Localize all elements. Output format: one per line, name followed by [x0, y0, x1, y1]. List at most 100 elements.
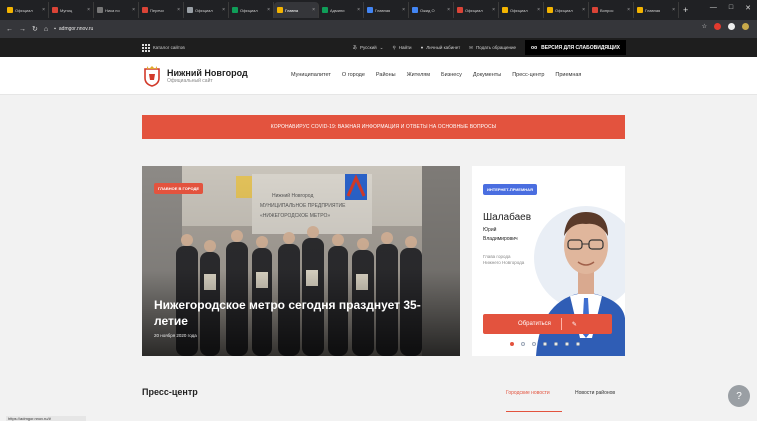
- carousel-dot[interactable]: [510, 342, 514, 346]
- contact-button[interactable]: Обратиться ✎: [483, 314, 612, 334]
- tab-district-news[interactable]: Новости районов: [575, 390, 615, 396]
- carousel-dot[interactable]: [565, 342, 569, 346]
- browser-tab[interactable]: Официал ×: [184, 2, 229, 18]
- tab-label: Главная: [645, 7, 661, 13]
- tab-close-icon[interactable]: ×: [447, 7, 450, 13]
- tab-favicon-icon: [322, 7, 328, 13]
- tab-favicon-icon: [142, 7, 148, 13]
- extension-puzzle-icon[interactable]: [728, 23, 735, 30]
- address-bar: ← → ↻ ⌂ ▪ admgor.nnov.ru: [0, 20, 757, 38]
- nav-item-municipality[interactable]: Муниципалитет: [291, 72, 331, 78]
- browser-tab[interactable]: Главная ×: [634, 2, 679, 18]
- tab-close-icon[interactable]: ×: [42, 7, 45, 13]
- nav-item-districts[interactable]: Районы: [376, 72, 396, 78]
- browser-tab[interactable]: Админи ×: [319, 2, 364, 18]
- tab-favicon-icon: [412, 7, 418, 13]
- tab-close-icon[interactable]: ×: [492, 7, 495, 13]
- tab-label: Перечи: [150, 7, 164, 13]
- extensions-area: ☆: [702, 23, 749, 30]
- browser-tab[interactable]: Официал ×: [454, 2, 499, 18]
- reload-icon[interactable]: ↻: [32, 25, 38, 33]
- tab-close-icon[interactable]: ×: [627, 7, 630, 13]
- nav-item-documents[interactable]: Документы: [473, 72, 501, 78]
- nav-item-reception[interactable]: Приемная: [555, 72, 581, 78]
- extension-opera-icon[interactable]: [714, 23, 721, 30]
- tab-favicon-icon: [457, 7, 463, 13]
- home-icon[interactable]: ⌂: [44, 26, 48, 33]
- tab-label: Ника по: [105, 7, 120, 13]
- new-tab-button[interactable]: +: [683, 5, 688, 15]
- message-edit-icon: ✎: [571, 321, 577, 328]
- status-url: https://admgor.nnov.ru/#: [6, 416, 86, 421]
- browser-tab[interactable]: Главная ×: [364, 2, 409, 18]
- window-controls: — □ ✕: [710, 4, 751, 12]
- tab-close-icon[interactable]: ×: [312, 7, 315, 13]
- profile-avatar-icon[interactable]: [742, 23, 749, 30]
- tab-close-icon[interactable]: ×: [177, 7, 180, 13]
- help-icon[interactable]: ?: [728, 385, 750, 407]
- tab-close-icon[interactable]: ×: [582, 7, 585, 13]
- bookmark-star-icon[interactable]: ☆: [702, 23, 707, 30]
- browser-tab[interactable]: Главна ×: [274, 2, 319, 18]
- tab-label: Официал: [555, 7, 573, 13]
- browser-tab[interactable]: Официал ×: [229, 2, 274, 18]
- tab-label: Официал: [510, 7, 528, 13]
- browser-tab[interactable]: Официал ×: [4, 2, 49, 18]
- browser-tab[interactable]: Перечи ×: [139, 2, 184, 18]
- covid-alert-banner[interactable]: КОРОНАВИРУС COVID-19: ВАЖНАЯ ИНФОРМАЦИЯ …: [142, 115, 625, 139]
- tab-city-news[interactable]: Городские новости: [506, 390, 550, 396]
- site-title: Нижний Новгород: [167, 67, 248, 78]
- catalog-link[interactable]: Каталог сайтов: [142, 43, 185, 52]
- url-input[interactable]: ▪ admgor.nnov.ru: [54, 23, 174, 35]
- carousel-dot[interactable]: [532, 342, 536, 346]
- tab-close-icon[interactable]: ×: [87, 7, 90, 13]
- carousel-dot[interactable]: [554, 342, 558, 346]
- tab-close-icon[interactable]: ×: [402, 7, 405, 13]
- tab-favicon-icon: [502, 7, 508, 13]
- site-logo[interactable]: Нижний Новгород Официальный сайт: [143, 65, 248, 87]
- carousel-dot[interactable]: [576, 342, 580, 346]
- browser-tab[interactable]: Официал ×: [544, 2, 589, 18]
- news-date: 20 ноября 2020 года: [154, 333, 197, 338]
- minimize-button[interactable]: —: [710, 4, 717, 12]
- search-link[interactable]: ⚲ Найти: [392, 45, 411, 51]
- cabinet-label: Личный кабинет: [426, 45, 461, 50]
- browser-tab[interactable]: Ника по ×: [94, 2, 139, 18]
- tab-favicon-icon: [367, 7, 373, 13]
- vision-impaired-button[interactable]: oo ВЕРСИЯ ДЛЯ СЛАБОВИДЯЩИХ: [525, 40, 626, 55]
- mayor-role: Глава города Нижнего Новгорода: [483, 254, 524, 266]
- browser-tab[interactable]: Вопрос ×: [589, 2, 634, 18]
- tab-close-icon[interactable]: ×: [357, 7, 360, 13]
- main-nav: Муниципалитет О городе Районы Жителям Би…: [291, 72, 581, 78]
- news-category-badge: ГЛАВНОЕ В ГОРОДЕ: [154, 183, 204, 194]
- site-header: Нижний Новгород Официальный сайт Муницип…: [0, 57, 757, 95]
- browser-tab[interactable]: Ожид О ×: [409, 2, 454, 18]
- tab-close-icon[interactable]: ×: [537, 7, 540, 13]
- browser-tab[interactable]: Официал ×: [499, 2, 544, 18]
- news-title[interactable]: Нижегородское метро сегодня празднует 35…: [154, 297, 444, 329]
- nav-item-press-center[interactable]: Пресс-центр: [512, 72, 544, 78]
- button-divider: [560, 318, 562, 330]
- nav-item-residents[interactable]: Жителям: [407, 72, 430, 78]
- tab-close-icon[interactable]: ×: [132, 7, 135, 13]
- back-icon[interactable]: ←: [6, 26, 13, 33]
- language-label: Русский: [359, 45, 377, 50]
- tab-favicon-icon: [52, 7, 58, 13]
- nav-item-about-city[interactable]: О городе: [342, 72, 365, 78]
- carousel-dot[interactable]: [543, 342, 547, 346]
- cabinet-link[interactable]: ● Личный кабинет: [421, 45, 461, 50]
- main-content: КОРОНАВИРУС COVID-19: ВАЖНАЯ ИНФОРМАЦИЯ …: [0, 95, 757, 421]
- tab-close-icon[interactable]: ×: [222, 7, 225, 13]
- maximize-button[interactable]: □: [729, 4, 733, 12]
- language-select[interactable]: あ Русский ⌄: [352, 45, 383, 51]
- close-window-button[interactable]: ✕: [745, 4, 751, 12]
- tab-close-icon[interactable]: ×: [267, 7, 270, 13]
- featured-news-card[interactable]: Нижний Новгород МУНИЦИПАЛЬНОЕ ПРЕДПРИЯТИ…: [142, 166, 460, 356]
- tab-close-icon[interactable]: ×: [672, 7, 675, 13]
- browser-tab[interactable]: Муниц ×: [49, 2, 94, 18]
- carousel-dot[interactable]: [521, 342, 525, 346]
- nav-item-business[interactable]: Бизнесу: [441, 72, 462, 78]
- appeal-link[interactable]: ✉ Подать обращение: [469, 45, 516, 51]
- forward-icon[interactable]: →: [19, 26, 26, 33]
- tab-favicon-icon: [547, 7, 553, 13]
